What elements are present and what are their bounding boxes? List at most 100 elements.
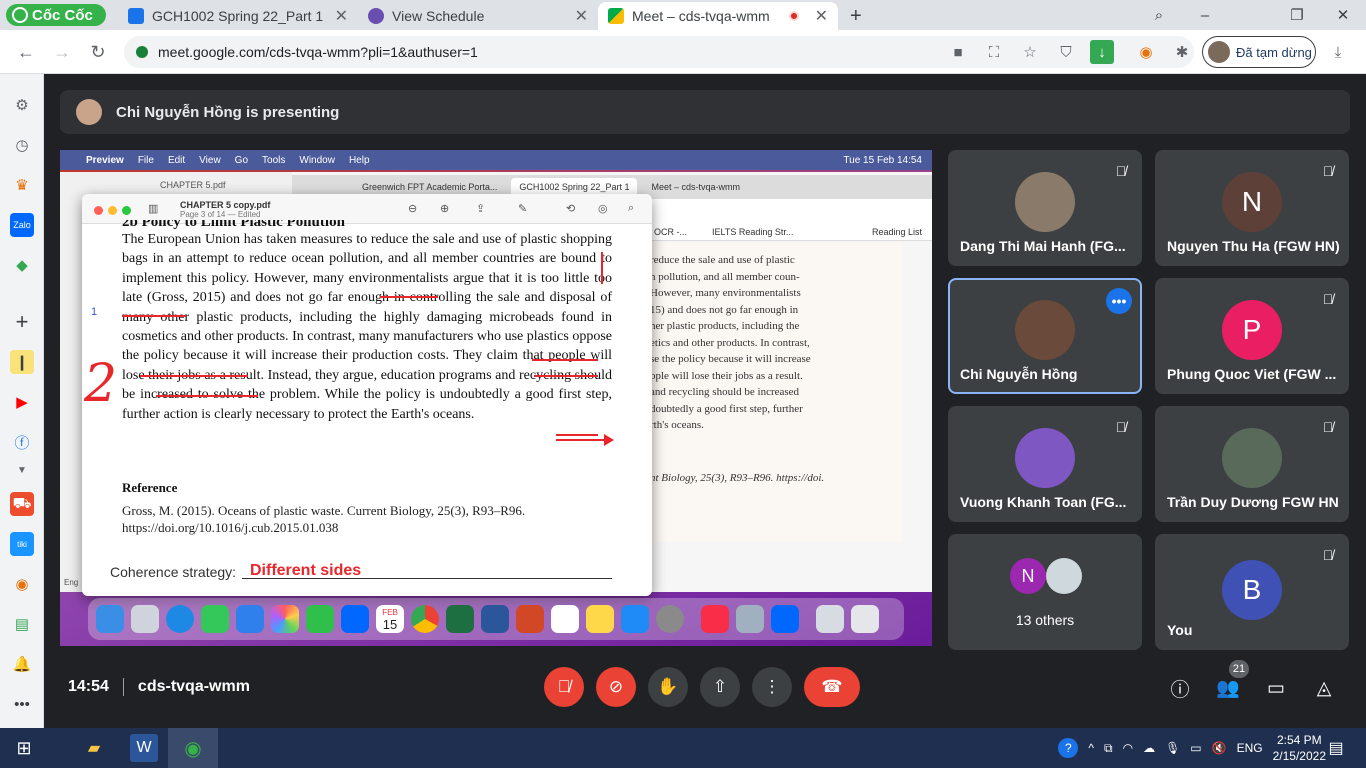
avatar [1015,428,1075,488]
chevron-up-icon[interactable]: ^ [1088,741,1094,755]
participant-tile[interactable]: 🎙̸ Dang Thi Mai Hanh (FG... [948,150,1142,266]
tab-classroom[interactable]: GCH1002 Spring 22_Part 1 ✕ [118,2,358,30]
raise-hand-button[interactable]: ✋ [648,667,688,707]
participant-tile[interactable]: P 🎙̸ Phung Quoc Viet (FGW ... [1155,278,1349,394]
coccoc-icon[interactable]: ◉ [10,572,34,596]
crown-icon[interactable]: ♛ [10,173,34,197]
cloud-icon[interactable]: ☁ [1143,741,1155,755]
sheets-icon[interactable]: ▤ [10,612,34,636]
clock[interactable]: 2:54 PM 2/15/2022 [1273,732,1326,764]
chevron-down-icon[interactable]: ▼ [10,458,34,482]
notifications-icon[interactable]: ▤ [1322,734,1350,762]
activities-icon[interactable]: ◬ [1310,674,1338,702]
language-indicator[interactable]: ENG [1237,741,1263,755]
avatar [76,99,102,125]
coccoc-taskbar-icon[interactable]: ◉ [168,728,218,768]
extensions-icon[interactable]: ✱ [1170,40,1194,64]
people-icon[interactable]: 👥 [1214,674,1242,702]
mic-tray-icon[interactable]: 🎙 [1165,741,1180,755]
reload-icon[interactable]: ↻ [86,40,110,64]
new-tab-button[interactable]: + [840,2,872,30]
history-icon[interactable]: ◷ [10,133,34,157]
reference-heading: Reference [122,480,178,495]
help-icon[interactable]: ? [1058,738,1079,758]
powerpoint-icon [516,605,544,633]
coccoc-logo-icon [12,7,28,23]
minimize-button[interactable]: – [1182,0,1228,30]
others-tile[interactable]: N 13 others [948,534,1142,650]
shopee-icon[interactable]: ⛟ [10,492,34,516]
download-icon[interactable]: ↓ [1090,40,1114,64]
music-icon [701,605,729,633]
close-icon[interactable]: ✕ [335,6,348,26]
participant-tile[interactable]: ••• Chi Nguyễn Hồng [948,278,1142,394]
file-explorer-icon[interactable]: ▰ [80,734,108,762]
maximize-button[interactable]: ❐ [1274,0,1320,30]
notes-icon[interactable]: ❙ [10,350,34,374]
more-icon[interactable]: ••• [10,692,34,716]
tiki-icon[interactable]: tiki [10,532,34,556]
close-window-button[interactable]: ✕ [1320,0,1366,30]
menu-help: Help [348,154,370,166]
coherence-label: Coherence strategy: [110,564,237,580]
participant-name: 13 others [1015,612,1075,628]
downloads-icon[interactable]: ⤓ [1326,40,1350,64]
leave-call-button[interactable]: ☎ [804,667,860,707]
present-button[interactable]: ⇧ [700,667,740,707]
bg-tab: Greenwich FPT Academic Porta... [362,182,498,192]
bg-tab: Meet – cds-tvqa-wmm [651,182,740,192]
volume-icon[interactable]: 🔇 [1212,741,1227,755]
wifi-icon[interactable]: ◠ [1123,741,1133,755]
preview-icon [736,605,764,633]
camera-blocked-icon[interactable]: ■ [946,40,970,64]
coherence-value: Different sides [250,562,362,579]
pdf-window[interactable]: ▥ CHAPTER 5 copy.pdf Page 3 of 14 — Edit… [82,194,652,596]
coccoc-extension-icon[interactable]: ◉ [1134,40,1158,64]
forward-icon[interactable]: → [50,40,74,64]
self-tile[interactable]: B 🎙̸ You [1155,534,1349,650]
avatar [1222,428,1282,488]
participant-tile[interactable]: N 🎙̸ Nguyen Thu Ha (FGW HN) [1155,150,1349,266]
bg-window-title: CHAPTER 5.pdf [160,180,226,190]
tab-view-schedule[interactable]: View Schedule ✕ [358,2,598,30]
profile-paused-button[interactable]: Đã tạm dừng [1202,36,1316,68]
participant-tile[interactable]: 🎙̸ Trần Duy Dương FGW HN [1155,406,1349,522]
shield-icon[interactable]: ⛉ [1054,40,1078,64]
avatar: N [1222,172,1282,232]
participant-tile[interactable]: 🎙̸ Vuong Khanh Toan (FG... [948,406,1142,522]
gamepad-icon[interactable]: ◆ [10,253,34,277]
facebook-icon[interactable]: ⓕ [10,430,34,454]
mic-off-icon: 🎙̸ [1115,419,1127,435]
youtube-icon[interactable]: ▶ [10,390,34,414]
mic-toggle-button[interactable]: 🎙̸ [544,667,584,707]
shared-screen[interactable]: Preview File Edit View Go Tools Window H… [60,150,932,646]
close-icon[interactable]: ✕ [815,6,828,26]
settings-icon[interactable]: ⚙ [10,93,34,117]
camera-toggle-button[interactable]: ⊘ [596,667,636,707]
battery-icon[interactable]: ▭ [1190,741,1201,755]
avatar [1015,172,1075,232]
close-icon[interactable]: ✕ [575,6,588,26]
chat-icon[interactable]: ▭ [1262,674,1290,702]
people-count-badge: 21 [1229,660,1249,678]
screen-icon[interactable]: ⧉ [1104,741,1113,756]
tab-meet[interactable]: Meet – cds-tvqa-wmm ✕ [598,2,838,30]
translate-icon[interactable]: ⛶ [982,40,1006,64]
zalo-dock-icon [771,605,799,633]
participant-name: Phung Quoc Viet (FGW ... [1167,366,1337,382]
more-options-button[interactable]: ⋮ [752,667,792,707]
add-icon[interactable]: + [10,309,34,334]
info-icon[interactable]: ⓘ [1166,674,1194,702]
search-tabs-icon[interactable]: ⌕ [1136,0,1182,30]
back-icon[interactable]: ← [14,40,38,64]
trash-icon [851,605,879,633]
more-options-icon[interactable]: ••• [1106,288,1132,314]
zalo-icon[interactable]: Zalo [10,213,34,237]
mail-icon [236,605,264,633]
windows-start-icon[interactable]: ⊞ [10,734,38,762]
participant-name: Dang Thi Mai Hanh (FG... [960,238,1126,254]
word-taskbar-icon[interactable]: W [130,734,158,762]
bell-icon[interactable]: 🔔 [10,652,34,676]
bookmark-star-icon[interactable]: ☆ [1018,40,1042,64]
coccoc-logo[interactable]: Cốc Cốc [6,4,106,26]
